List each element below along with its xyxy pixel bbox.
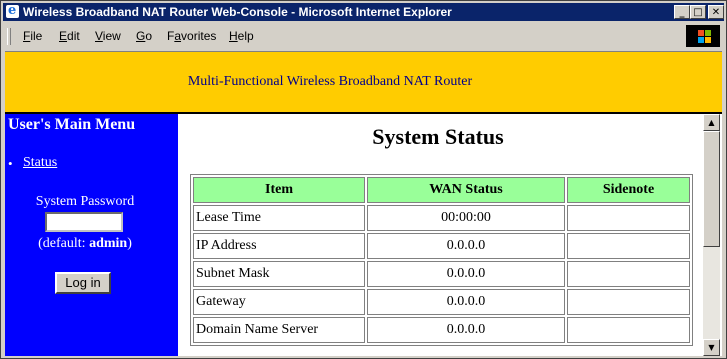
row-value-cell: 00:00:00: [367, 205, 565, 231]
table-row: Subnet Mask 0.0.0.0: [193, 261, 690, 287]
row-sidenote-cell: [567, 289, 690, 315]
row-value-cell: 0.0.0.0: [367, 233, 565, 259]
menu-file[interactable]: File: [23, 29, 42, 43]
page-title: System Status: [372, 124, 504, 149]
column-header-sidenote: Sidenote: [567, 177, 690, 203]
row-item-cell: Subnet Mask: [193, 261, 365, 287]
column-header-item: Item: [193, 177, 365, 203]
close-button[interactable]: ✕: [708, 5, 724, 19]
row-sidenote-cell: [567, 205, 690, 231]
menu-favorites[interactable]: Favorites: [167, 29, 216, 43]
table-header-row: Item WAN Status Sidenote: [193, 177, 690, 203]
sidebar-menu: User's Main Menu • Status System Passwor…: [5, 114, 178, 356]
row-sidenote-cell: [567, 233, 690, 259]
row-value-cell: 0.0.0.0: [367, 261, 565, 287]
toolbar-grip[interactable]: [7, 28, 11, 45]
menu-go[interactable]: Go: [136, 29, 152, 43]
window-title: Wireless Broadband NAT Router Web-Consol…: [23, 5, 452, 19]
ie-logo-icon: e: [6, 3, 19, 18]
row-sidenote-cell: [567, 317, 690, 343]
menu-help[interactable]: Help: [229, 29, 254, 43]
row-item-cell: Domain Name Server: [193, 317, 365, 343]
column-header-wan-status: WAN Status: [367, 177, 565, 203]
row-sidenote-cell: [567, 261, 690, 287]
row-item-cell: Gateway: [193, 289, 365, 315]
minimize-button[interactable]: _: [674, 5, 690, 19]
menu-bar: File Edit View Go Favorites Help: [3, 23, 724, 49]
table-row: Gateway 0.0.0.0: [193, 289, 690, 315]
page-content: Multi-Functional Wireless Broadband NAT …: [5, 51, 722, 356]
menu-edit[interactable]: Edit: [59, 29, 80, 43]
header-banner: Multi-Functional Wireless Broadband NAT …: [5, 52, 722, 114]
main-panel: System Status Item WAN Status Sidenote L…: [178, 114, 703, 356]
scroll-down-button[interactable]: ▼: [703, 339, 720, 356]
windows-logo-icon: [686, 25, 720, 47]
menu-view[interactable]: View: [95, 29, 121, 43]
password-input[interactable]: [45, 212, 123, 232]
password-label: System Password: [35, 194, 135, 209]
banner-title: Multi-Functional Wireless Broadband NAT …: [187, 74, 473, 89]
title-bar[interactable]: e Wireless Broadband NAT Router Web-Cons…: [3, 3, 724, 21]
row-item-cell: IP Address: [193, 233, 365, 259]
row-value-cell: 0.0.0.0: [367, 289, 565, 315]
status-table: Item WAN Status Sidenote Lease Time 00:0…: [190, 174, 693, 346]
row-item-cell: Lease Time: [193, 205, 365, 231]
browser-window: e Wireless Broadband NAT Router Web-Cons…: [0, 0, 727, 359]
default-password-hint: (default: admin): [38, 236, 132, 251]
status-link[interactable]: Status: [23, 155, 57, 171]
table-row: IP Address 0.0.0.0: [193, 233, 690, 259]
bullet-icon: •: [8, 156, 13, 171]
vertical-scrollbar[interactable]: ▲ ▼: [703, 114, 720, 356]
table-row: Domain Name Server 0.0.0.0: [193, 317, 690, 343]
sidebar-heading: User's Main Menu: [8, 116, 136, 133]
login-button[interactable]: Log in: [55, 272, 111, 294]
maximize-button[interactable]: □: [690, 5, 706, 19]
scroll-thumb[interactable]: [703, 131, 720, 247]
scroll-up-button[interactable]: ▲: [703, 114, 720, 131]
table-row: Lease Time 00:00:00: [193, 205, 690, 231]
row-value-cell: 0.0.0.0: [367, 317, 565, 343]
